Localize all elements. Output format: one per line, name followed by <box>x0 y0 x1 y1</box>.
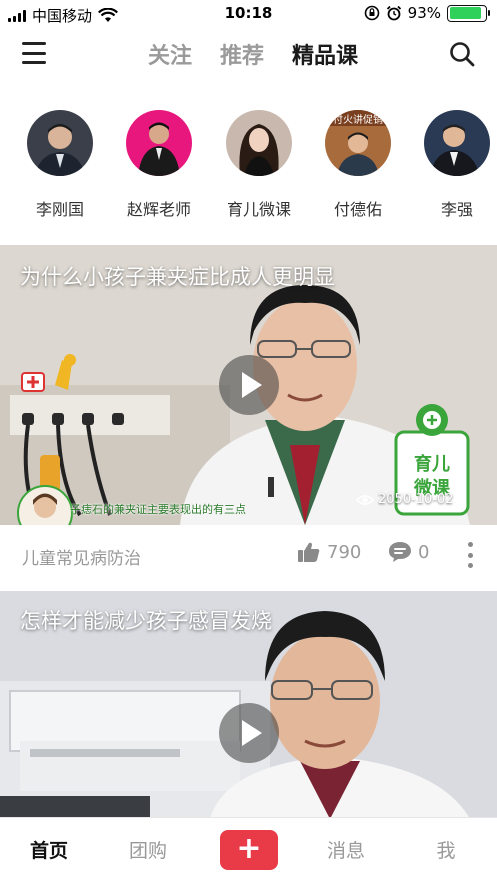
video-title: 怎样才能减少孩子感冒发烧 <box>20 609 272 633</box>
add-button[interactable]: + <box>220 830 278 870</box>
teacher-name: 赵辉老师 <box>126 200 191 219</box>
top-nav: 关注 推荐 精品课 <box>0 28 497 82</box>
teacher-item[interactable]: 付火讲促销 付德佑 <box>308 108 408 220</box>
teacher-item[interactable]: 李强 <box>407 108 497 220</box>
more-options-icon[interactable] <box>465 542 475 568</box>
teacher-item[interactable]: 赵辉老师 <box>109 108 209 220</box>
teacher-item[interactable]: 李刚国 <box>10 108 110 220</box>
video-card: 怎样才能减少孩子感冒发烧 <box>0 591 497 819</box>
search-icon[interactable] <box>449 41 475 67</box>
tab-home[interactable]: 首页 <box>19 836 79 863</box>
video-card: 为什么小孩子兼夹症比成人更明显 子痣石的兼夹证主要表现出的有三点 育儿微课 20… <box>0 245 497 589</box>
teacher-name: 李强 <box>440 200 473 219</box>
tab-messages[interactable]: 消息 <box>316 836 376 863</box>
tab-me[interactable]: 我 <box>416 836 476 863</box>
tab-premium-course[interactable]: 精品课 <box>292 38 358 70</box>
battery-icon <box>447 4 490 22</box>
rotation-lock-icon <box>364 5 379 21</box>
thumbs-up-icon <box>298 542 320 562</box>
tab-group-buy[interactable]: 团购 <box>118 836 178 863</box>
like-button[interactable]: 790 <box>297 541 361 563</box>
comment-icon <box>389 542 411 562</box>
avatar: 付火讲促销 <box>325 110 391 176</box>
eye-icon <box>356 494 374 505</box>
avatar-banner-text: 付火讲促销 <box>333 115 383 126</box>
tab-recommend[interactable]: 推荐 <box>220 38 264 70</box>
video-thumbnail[interactable]: 怎样才能减少孩子感冒发烧 <box>0 591 497 819</box>
alarm-icon <box>386 5 401 21</box>
avatar <box>126 110 192 176</box>
video-title: 为什么小孩子兼夹症比成人更明显 <box>20 265 335 289</box>
bottom-tab-bar: 首页 团购 + 消息 我 <box>0 817 497 883</box>
teacher-name: 李刚国 <box>35 200 84 219</box>
video-card-footer: 儿童常见病防治 790 0 <box>0 525 497 589</box>
avatar <box>226 110 292 176</box>
comment-button[interactable]: 0 <box>388 541 429 563</box>
battery-percent: 93% <box>407 4 441 22</box>
play-button[interactable] <box>219 355 279 415</box>
video-subtitle-overlay: 子痣石的兼夹证主要表现出的有三点 <box>70 503 246 516</box>
video-date: 2050-10-02 <box>378 492 454 507</box>
video-category[interactable]: 儿童常见病防治 <box>22 544 141 569</box>
teacher-name: 育儿微课 <box>226 200 291 219</box>
play-button[interactable] <box>219 703 279 763</box>
avatar <box>424 110 490 176</box>
video-thumbnail[interactable]: 为什么小孩子兼夹症比成人更明显 子痣石的兼夹证主要表现出的有三点 育儿微课 20… <box>0 245 497 525</box>
like-count: 790 <box>327 541 362 563</box>
status-bar: 中国移动 10:18 93% <box>0 0 497 28</box>
avatar <box>27 110 93 176</box>
teacher-name: 付德佑 <box>333 200 382 219</box>
comment-count: 0 <box>418 541 430 563</box>
teacher-list: 李刚国 赵辉老师 育儿微课 付火讲促销 付德佑 李强 <box>0 108 497 228</box>
video-date-overlay: 2050-10-02 <box>356 492 454 507</box>
teacher-item[interactable]: 育儿微课 <box>209 108 309 220</box>
status-right: 93% <box>364 4 490 22</box>
menu-icon[interactable] <box>22 42 46 64</box>
tab-bar: 关注 推荐 精品课 <box>148 38 358 70</box>
tab-follow[interactable]: 关注 <box>148 38 192 70</box>
